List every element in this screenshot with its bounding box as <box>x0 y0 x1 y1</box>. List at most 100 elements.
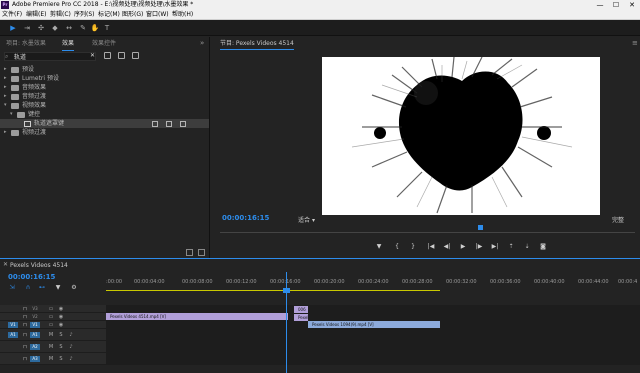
add-marker-icon[interactable]: ▼ <box>374 242 384 252</box>
menu-graphics[interactable]: 图形(G) <box>122 10 143 20</box>
tab-effects[interactable]: 效果 <box>62 39 75 51</box>
menu-edit[interactable]: 编辑(E) <box>26 10 46 20</box>
chevron-right-icon[interactable]: ▸ <box>4 92 7 101</box>
search-input[interactable] <box>4 52 96 61</box>
tab-project[interactable]: 项目: 水墨效果 <box>6 39 46 49</box>
timeline-ruler[interactable]: :00:00 00:00:04:00 00:00:08:00 00:00:12:… <box>106 273 640 289</box>
mark-in-icon[interactable]: { <box>392 242 402 252</box>
eye-icon[interactable]: ◉ <box>58 322 64 328</box>
source-patch[interactable]: V1 <box>8 322 18 328</box>
track-name[interactable]: V2 <box>30 314 40 320</box>
maximize-button[interactable]: ☐ <box>608 0 624 10</box>
mute-icon[interactable]: M <box>48 344 54 350</box>
type-tool-icon[interactable]: T <box>102 23 112 33</box>
track-lane-v3[interactable] <box>106 305 640 313</box>
new-bin-icon[interactable] <box>186 249 193 256</box>
play-icon[interactable]: ▶ <box>458 242 468 252</box>
clip-v1-pexels-4514[interactable]: Pexels Videos 4514.mp4 [V] <box>106 313 288 320</box>
go-to-out-icon[interactable]: ▶| <box>490 242 500 252</box>
delete-icon[interactable] <box>198 249 205 256</box>
tree-item-lumetri-presets[interactable]: ▸ Lumetri 预设 <box>0 74 209 83</box>
clip-v2[interactable]: Pexels <box>294 314 308 321</box>
chevron-right-icon[interactable]: ▸ <box>4 74 7 83</box>
tree-item-track-matte-key[interactable]: 轨道遮罩键 <box>0 119 209 128</box>
pen-tool-icon[interactable]: ✎ <box>78 23 88 33</box>
selection-tool-icon[interactable]: ▶ <box>8 23 18 33</box>
step-back-icon[interactable]: ◀| <box>442 242 452 252</box>
snap-icon[interactable]: ∩ <box>24 284 32 292</box>
mic-icon[interactable]: ♪ <box>68 332 74 338</box>
track-lane-a3[interactable] <box>106 353 640 365</box>
extract-icon[interactable]: ⇣ <box>522 242 532 252</box>
menu-window[interactable]: 窗口(W) <box>146 10 169 20</box>
track-lane-a1[interactable] <box>106 329 640 341</box>
solo-icon[interactable]: S <box>58 344 64 350</box>
menu-marker[interactable]: 标记(M) <box>98 10 120 20</box>
menu-help[interactable]: 帮助(H) <box>172 10 193 20</box>
yuv-effects-icon[interactable] <box>132 52 139 59</box>
work-area-bar[interactable] <box>106 290 440 291</box>
mark-out-icon[interactable]: } <box>408 242 418 252</box>
timeline-timecode[interactable]: 00:00:16:15 <box>8 273 55 281</box>
lock-icon[interactable]: ⊓ <box>22 344 28 350</box>
lock-icon[interactable]: ⊓ <box>22 306 28 312</box>
solo-icon[interactable]: S <box>58 356 64 362</box>
hand-tool-icon[interactable]: ✋ <box>90 23 100 33</box>
track-lane-a2[interactable] <box>106 341 640 353</box>
lock-icon[interactable]: ⊓ <box>22 314 28 320</box>
tree-item-video-effects[interactable]: ▾ 视频效果 <box>0 101 209 110</box>
clip-v3[interactable]: 006 <box>294 306 308 313</box>
ripple-edit-tool-icon[interactable]: ✣ <box>36 23 46 33</box>
chevron-down-icon[interactable]: ▾ <box>4 101 7 110</box>
chevron-right-icon[interactable]: ▸ <box>4 128 7 137</box>
step-forward-icon[interactable]: |▶ <box>474 242 484 252</box>
solo-icon[interactable]: S <box>58 332 64 338</box>
accelerated-effects-icon[interactable] <box>104 52 111 59</box>
track-select-tool-icon[interactable]: ⇥ <box>22 23 32 33</box>
menu-sequence[interactable]: 序列(S) <box>74 10 95 20</box>
source-patch[interactable]: A1 <box>8 332 18 338</box>
panel-menu-icon[interactable]: » <box>200 39 204 47</box>
monitor-title[interactable]: 节目: Pexels Videos 4514 <box>220 39 294 50</box>
settings-wrench-icon[interactable]: ⚙ <box>70 284 78 292</box>
tree-item-presets[interactable]: ▸ 预设 <box>0 65 209 74</box>
quality-select[interactable]: 完整 <box>612 215 624 224</box>
export-frame-icon[interactable]: ◙ <box>538 242 548 252</box>
track-name[interactable]: V1 <box>30 322 40 328</box>
32bit-effects-icon[interactable] <box>118 52 125 59</box>
video-frame[interactable] <box>322 57 600 215</box>
sync-icon[interactable]: ▭ <box>48 306 54 312</box>
chevron-right-icon[interactable]: ▸ <box>4 65 7 74</box>
go-to-in-icon[interactable]: |◀ <box>426 242 436 252</box>
mute-icon[interactable]: M <box>48 356 54 362</box>
lock-icon[interactable]: ⊓ <box>22 332 28 338</box>
razor-tool-icon[interactable]: ◆ <box>50 23 60 33</box>
minimize-button[interactable]: — <box>592 0 608 10</box>
tree-item-keying[interactable]: ▾ 键控 <box>0 110 209 119</box>
chevron-down-icon[interactable]: ▾ <box>10 110 13 119</box>
track-name[interactable]: A2 <box>30 344 40 350</box>
monitor-timecode[interactable]: 00:00:16:15 <box>222 214 269 222</box>
tree-item-video-transitions[interactable]: ▸ 视频过渡 <box>0 128 209 137</box>
zoom-select[interactable]: 适合 ▾ <box>298 215 315 224</box>
add-marker-icon[interactable]: ▼ <box>54 284 62 292</box>
slip-tool-icon[interactable]: ↔ <box>64 23 74 33</box>
monitor-menu-icon[interactable]: ≡ <box>632 39 638 47</box>
mute-icon[interactable]: M <box>48 332 54 338</box>
monitor-time-ruler[interactable] <box>220 227 635 233</box>
chevron-right-icon[interactable]: ▸ <box>4 83 7 92</box>
track-name[interactable]: A1 <box>30 332 40 338</box>
mic-icon[interactable]: ♪ <box>68 344 74 350</box>
clip-v1-pexels-1094[interactable]: Pexels Videos 1094(9).mp4 [V] <box>308 321 440 328</box>
clear-search-icon[interactable]: ✕ <box>90 52 95 59</box>
eye-icon[interactable]: ◉ <box>58 314 64 320</box>
tab-effect-controls[interactable]: 效果控件 <box>92 39 116 49</box>
tree-item-audio-effects[interactable]: ▸ 音频效果 <box>0 83 209 92</box>
tree-item-audio-transitions[interactable]: ▸ 音频过渡 <box>0 92 209 101</box>
lock-icon[interactable]: ⊓ <box>22 356 28 362</box>
close-button[interactable]: ✕ <box>624 0 640 10</box>
sync-icon[interactable]: ▭ <box>48 322 54 328</box>
linked-selection-icon[interactable]: ⊷ <box>38 284 46 292</box>
menu-clip[interactable]: 剪辑(C) <box>50 10 71 20</box>
track-name[interactable]: V3 <box>30 306 40 312</box>
